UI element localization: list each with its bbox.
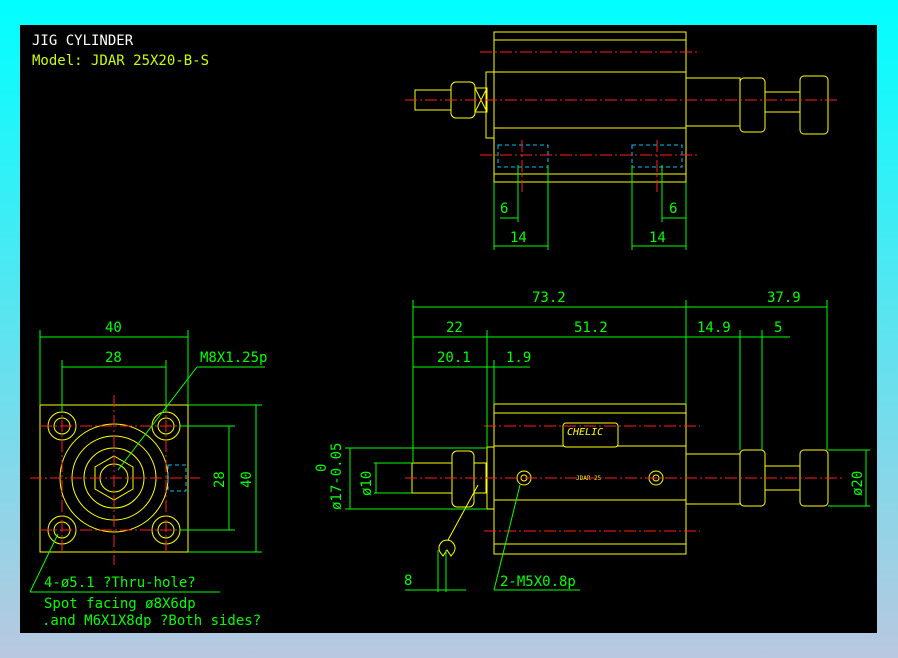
dim-5: 5 — [774, 320, 782, 336]
dim-height-40: 40 — [239, 471, 255, 488]
side-view: 40 28 28 40 M8X1.25p 4-ø5.1 ?Thru-hole? … — [29, 320, 267, 629]
dim-1-9: 1.9 — [506, 350, 531, 366]
dim-knob-dia: ø20 — [850, 471, 866, 496]
spot-facing-note: Spot facing ø8X6dp — [44, 596, 196, 612]
dim-width-40: 40 — [105, 320, 122, 336]
dim-73-2: 73.2 — [532, 290, 566, 306]
dim-20-1: 20.1 — [437, 350, 471, 366]
dim-51-2: 51.2 — [574, 320, 608, 336]
cad-drawing: JIG CYLINDER Model: JDAR 25X20-B-S 6 6 1… — [29, 31, 870, 629]
top-view: 6 6 14 14 — [405, 31, 840, 250]
dim-14-right: 14 — [649, 230, 666, 246]
model-label: Model: JDAR 25X20-B-S — [32, 53, 209, 69]
dim-22: 22 — [446, 320, 463, 336]
dim-wrench-8: 8 — [404, 573, 412, 589]
dim-37-9: 37.9 — [767, 290, 801, 306]
dim-rod-dia: ø10 — [359, 471, 375, 496]
dim-boss-dia: ø17-0.05 — [329, 443, 345, 510]
brand-label: CHELIC — [567, 427, 603, 438]
dim-boss-tol: 0 — [314, 464, 330, 472]
thread-note: M8X1.25p — [200, 350, 267, 366]
front-view: CHELIC JDAR 25 73.2 37.9 22 51.2 14.9 5 … — [314, 290, 870, 592]
port-note: 2-M5X0.8p — [500, 574, 576, 590]
drawing-canvas: JIG CYLINDER Model: JDAR 25X20-B-S 6 6 1… — [20, 25, 877, 633]
dim-6-left: 6 — [500, 201, 508, 217]
dim-width-28: 28 — [105, 350, 122, 366]
hole-note: 4-ø5.1 ?Thru-hole? — [44, 575, 196, 591]
dim-14-left: 14 — [510, 230, 527, 246]
drawing-title: JIG CYLINDER — [32, 33, 134, 49]
dim-14-9: 14.9 — [697, 320, 731, 336]
dim-height-28: 28 — [212, 471, 228, 488]
thread-depth-note: .and M6X1X8dp ?Both sides? — [42, 613, 261, 629]
dim-6-right: 6 — [669, 201, 677, 217]
